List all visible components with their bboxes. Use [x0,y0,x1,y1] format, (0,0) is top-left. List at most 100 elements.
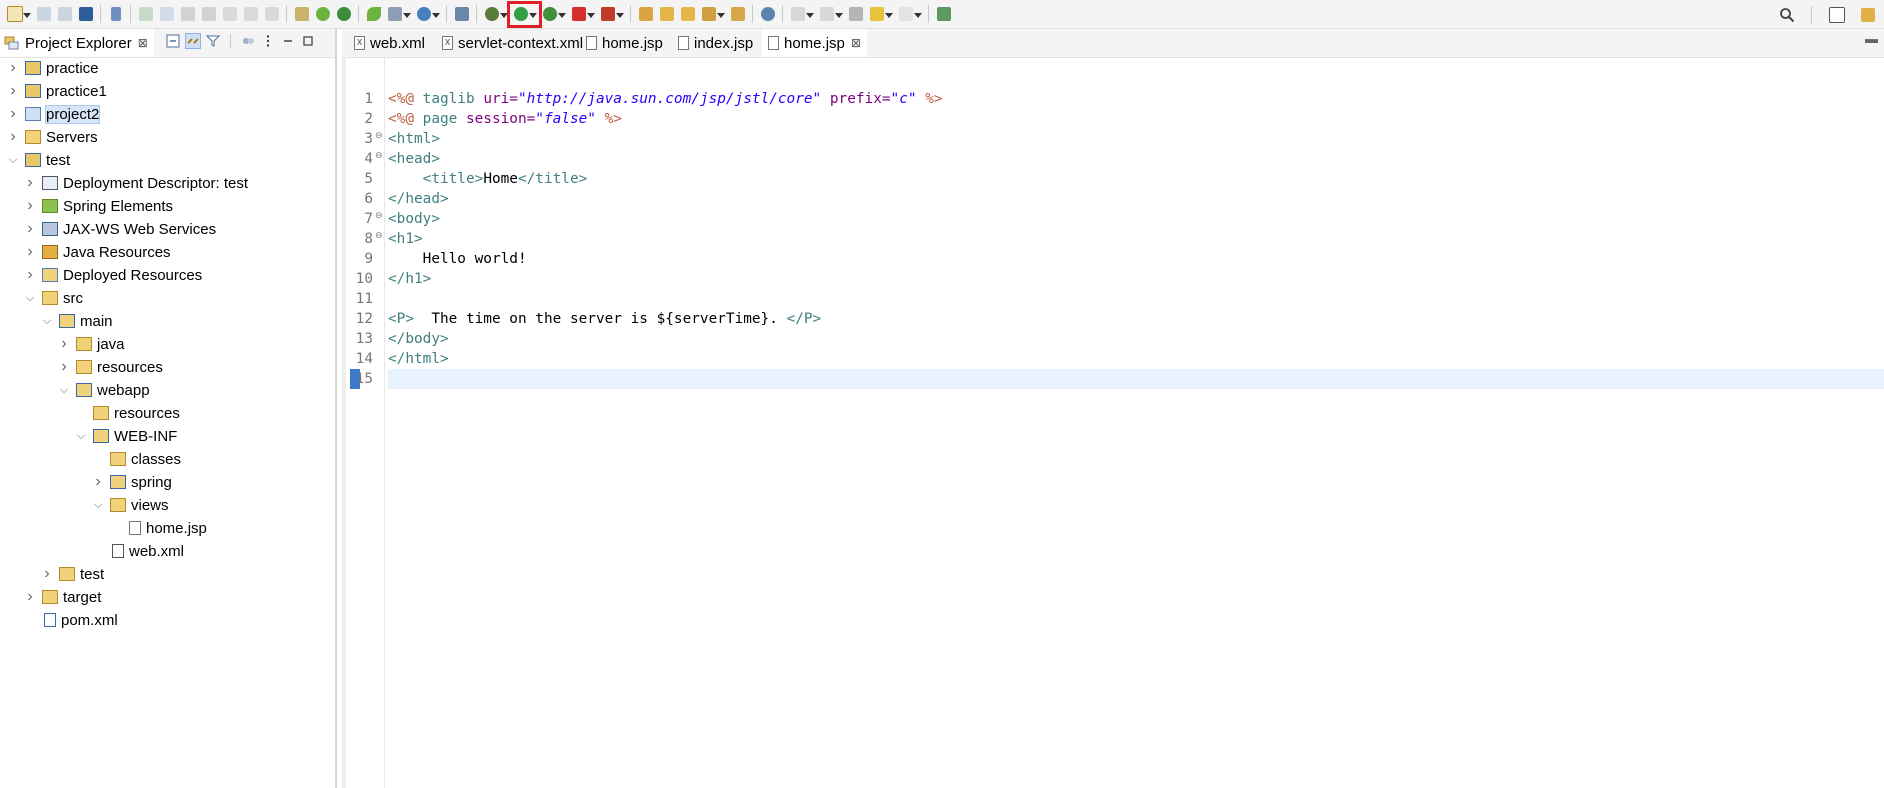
editor-tab[interactable]: Xservlet-context.xml [436,29,589,57]
fold-toggle-icon[interactable]: ⊖ [375,130,383,141]
tree-item[interactable]: › resources [58,356,163,378]
tree-item[interactable]: › Servers [7,126,97,148]
view-menu-icon[interactable] [261,34,275,48]
toggle-mark-occurrences-button[interactable] [292,5,311,24]
fold-toggle-icon[interactable]: ⊖ [375,210,383,221]
tree-item[interactable]: web.xml [92,540,184,562]
close-icon[interactable]: ⊠ [138,36,148,50]
forward-button[interactable] [896,5,923,24]
spring-tool-button[interactable] [313,5,332,24]
tree-item[interactable]: ⌵ webapp [58,379,150,401]
chevron-down-icon[interactable]: ⌵ [41,315,53,327]
chevron-right-icon[interactable]: › [24,197,36,214]
maximize-icon[interactable] [301,34,315,48]
focus-icon[interactable] [241,34,255,48]
editor-tab[interactable]: home.jsp ⊠ [762,29,867,57]
pin-editor-button[interactable] [934,5,953,24]
new-java-package-button[interactable] [636,5,655,24]
skip-breakpoints-button[interactable] [106,5,125,24]
web-browser-button[interactable] [414,5,441,24]
suspend-button[interactable] [157,5,176,24]
run-button[interactable] [507,0,542,28]
chevron-right-icon[interactable]: › [24,220,36,237]
web-browser-globe-button[interactable] [758,5,777,24]
resume-button[interactable] [136,5,155,24]
spring-leaf-button[interactable] [364,5,383,24]
project-explorer-tab[interactable]: Project Explorer ⊠ [0,29,154,57]
tree-item[interactable]: ⌵ main [41,310,113,332]
back-button[interactable] [867,5,894,24]
chevron-right-icon[interactable]: › [24,588,36,605]
chevron-right-icon[interactable]: › [24,243,36,260]
new-wizard-button[interactable] [5,5,32,24]
terminate-button[interactable] [178,5,197,24]
chevron-down-icon[interactable]: ⌵ [58,384,70,396]
stop-button[interactable] [569,5,596,24]
open-perspective-button[interactable] [1827,5,1846,24]
save-button[interactable] [34,5,53,24]
fold-toggle-icon[interactable]: ⊖ [375,150,383,161]
fold-toggle-icon[interactable]: ⊖ [375,230,383,241]
open-task-button[interactable] [728,5,747,24]
step-over-button[interactable] [241,5,260,24]
tree-item[interactable]: › Spring Elements [24,195,173,217]
last-edit-location-button[interactable] [846,5,865,24]
chevron-down-icon[interactable]: ⌵ [92,499,104,511]
tree-item[interactable]: ⌵ src [24,287,83,309]
open-console-button[interactable] [76,5,95,24]
tree-item[interactable]: › Deployed Resources [24,264,202,286]
new-server-button[interactable] [385,5,412,24]
step-into-button[interactable] [220,5,239,24]
chevron-right-icon[interactable]: › [92,473,104,490]
chevron-right-icon[interactable]: › [24,174,36,191]
previous-annotation-button[interactable] [817,5,844,24]
tree-item[interactable]: classes [92,448,181,470]
filter-icon[interactable] [206,34,220,48]
collapse-all-icon[interactable] [166,34,180,48]
chevron-right-icon[interactable]: › [24,266,36,283]
tree-item[interactable]: › project2 [7,103,101,125]
chevron-down-icon[interactable]: ⌵ [24,292,36,304]
link-with-editor-icon[interactable] [185,33,201,49]
tree-item[interactable]: pom.xml [24,609,118,631]
chevron-right-icon[interactable]: › [7,59,19,76]
step-return-button[interactable] [262,5,281,24]
open-type-button[interactable] [678,5,697,24]
coverage-button[interactable] [540,5,567,24]
chevron-right-icon[interactable]: › [58,358,70,375]
close-icon[interactable]: ⊠ [851,36,861,50]
minimize-icon[interactable]: ▬ [1865,31,1878,46]
tree-item[interactable]: ⌵ WEB-INF [75,425,178,447]
tree-item[interactable]: › test [41,563,104,585]
tree-item[interactable]: › spring [92,471,172,493]
tree-item[interactable]: › practice [7,57,98,79]
chevron-right-icon[interactable]: › [41,565,53,582]
chevron-down-icon[interactable]: ⌵ [7,154,19,166]
tree-item[interactable]: ⌵ test [7,149,70,171]
new-java-class-button[interactable] [657,5,676,24]
chevron-right-icon[interactable]: › [7,128,19,145]
tree-item[interactable]: › practice1 [7,80,107,102]
chevron-right-icon[interactable]: › [7,105,19,122]
search-button[interactable] [1777,5,1796,24]
tree-item[interactable]: › JAX-WS Web Services [24,218,216,240]
code-area[interactable]: <%@ taglib uri="http://java.sun.com/jsp/… [388,58,1884,788]
debug-button[interactable] [482,5,509,24]
editor-tab[interactable]: Xweb.xml [348,29,431,57]
disconnect-button[interactable] [199,5,218,24]
editor-tab[interactable]: index.jsp [672,29,759,57]
chevron-right-icon[interactable]: › [58,335,70,352]
external-tools-button[interactable] [598,5,625,24]
tree-item[interactable]: › java [58,333,124,355]
tree-item[interactable]: resources [75,402,180,424]
tree-item[interactable]: › Deployment Descriptor: test [24,172,248,194]
tree-item[interactable]: ⌵ views [92,494,169,516]
java-ee-perspective-button[interactable] [1858,5,1877,24]
tree-item[interactable]: › target [24,586,101,608]
tree-item[interactable]: › Java Resources [24,241,170,263]
minimize-icon[interactable] [281,34,295,48]
editor-tab[interactable]: home.jsp [580,29,669,57]
chevron-down-icon[interactable]: ⌵ [75,430,87,442]
chevron-right-icon[interactable]: › [7,82,19,99]
next-annotation-button[interactable] [788,5,815,24]
